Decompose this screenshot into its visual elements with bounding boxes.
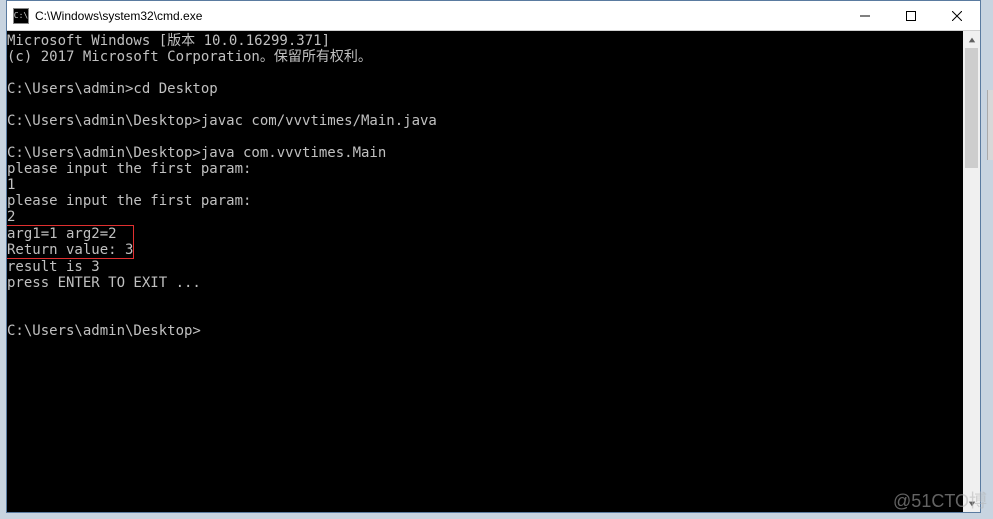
highlighted-output: arg1=1 arg2=2Return value: 3 [7,225,134,259]
scroll-down-button[interactable] [963,495,980,512]
console-line: Microsoft Windows [版本 10.0.16299.371] [7,33,963,49]
console-line [7,65,963,81]
console-line: C:\Users\admin>cd Desktop [7,81,963,97]
maximize-button[interactable] [888,1,934,30]
window-controls [842,1,980,30]
window-title: C:\Windows\system32\cmd.exe [35,9,842,23]
console-line: 1 [7,177,963,193]
console-line: result is 3 [7,259,963,275]
console-line: C:\Users\admin\Desktop> [7,323,963,339]
console-line [7,129,963,145]
titlebar[interactable]: C:\ C:\Windows\system32\cmd.exe [7,1,980,31]
console-line: please input the first param: [7,193,963,209]
console-line: 2 [7,209,963,225]
console-line: please input the first param: [7,161,963,177]
minimize-button[interactable] [842,1,888,30]
scroll-up-button[interactable] [963,31,980,48]
scrollbar-thumb[interactable] [965,48,978,168]
console-line: arg1=1 arg2=2 [7,226,133,242]
console-line: Return value: 3 [7,242,133,258]
scrollbar-track[interactable] [963,48,980,495]
console-line [7,97,963,113]
console-line: press ENTER TO EXIT ... [7,275,963,291]
vertical-scrollbar[interactable] [963,31,980,512]
cmd-window: C:\ C:\Windows\system32\cmd.exe Microsof… [6,0,981,513]
console-line [7,307,963,323]
console-line: C:\Users\admin\Desktop>javac com/vvvtime… [7,113,963,129]
console-line: C:\Users\admin\Desktop>java com.vvvtimes… [7,145,963,161]
background-window-edge [987,90,993,160]
cmd-icon: C:\ [13,8,29,24]
console-area: Microsoft Windows [版本 10.0.16299.371](c)… [7,31,980,512]
console-line: (c) 2017 Microsoft Corporation。保留所有权利。 [7,49,963,65]
console-line [7,291,963,307]
console-output[interactable]: Microsoft Windows [版本 10.0.16299.371](c)… [7,31,963,512]
close-button[interactable] [934,1,980,30]
